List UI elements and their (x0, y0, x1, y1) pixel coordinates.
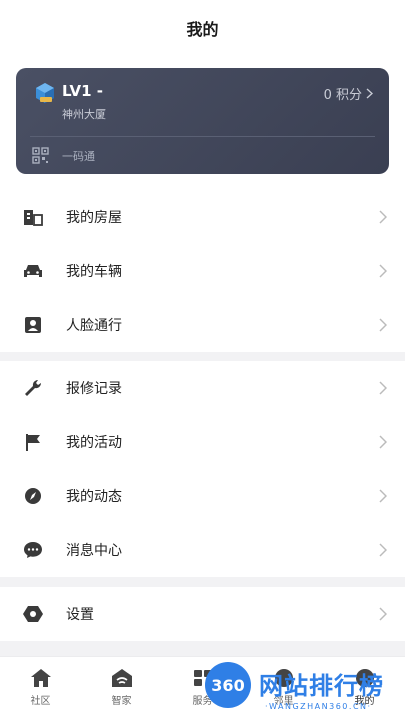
flag-icon (26, 434, 40, 451)
points-link[interactable]: 0 积分 (324, 84, 373, 103)
menu-item-label: 我的活动 (66, 435, 122, 451)
compass-icon (25, 488, 41, 504)
home-icon (30, 669, 51, 687)
chevron-right-icon (379, 607, 387, 621)
settings-icon (23, 606, 43, 622)
watermark-text: 网站排行榜 (259, 672, 384, 700)
page-header: 我的 (0, 0, 405, 56)
tab-label: 社区 (30, 696, 51, 707)
menu-item-settings[interactable]: 设置 (0, 587, 405, 641)
menu-item-my-house[interactable]: 我的房屋 (0, 190, 405, 244)
member-level: LV1 - (62, 82, 103, 100)
menu-item-my-activities[interactable]: 我的活动 (0, 415, 405, 469)
chevron-right-icon (366, 88, 373, 99)
menu-group-property: 我的房屋 我的车辆 人脸通行 (0, 190, 405, 352)
card-divider (30, 136, 375, 137)
chevron-right-icon (379, 543, 387, 557)
chevron-right-icon (379, 381, 387, 395)
qr-code-label[interactable]: 一码通 (62, 148, 95, 164)
watermark: 360 网站排行榜 ·WANGZHAN360.CN· (205, 660, 405, 720)
member-card[interactable]: LV1 - 神州大厦 0 积分 一码通 (16, 68, 389, 174)
chevron-right-icon (379, 210, 387, 224)
tab-label: 智家 (111, 696, 132, 707)
page-title: 我的 (186, 20, 219, 39)
smart-home-icon (111, 669, 132, 687)
face-id-icon (25, 317, 41, 333)
watermark-badge: 360 (205, 662, 251, 708)
menu-item-label: 人脸通行 (66, 318, 122, 334)
chat-icon (24, 542, 42, 558)
menu-item-label: 我的动态 (66, 489, 122, 505)
wrench-icon (25, 379, 42, 396)
building-icon (24, 210, 43, 226)
chevron-right-icon (379, 318, 387, 332)
qr-code-icon[interactable] (32, 147, 49, 164)
menu-item-message-center[interactable]: 消息中心 (0, 523, 405, 577)
chevron-right-icon (379, 264, 387, 278)
member-card-section: LV1 - 神州大厦 0 积分 一码通 (0, 56, 405, 190)
menu-group-activity: 报修记录 我的活动 我的动态 消息中心 (0, 361, 405, 577)
car-icon (24, 265, 42, 277)
menu-item-face-access[interactable]: 人脸通行 (0, 298, 405, 352)
building-name: 神州大厦 (62, 108, 106, 121)
menu-item-my-vehicle[interactable]: 我的车辆 (0, 244, 405, 298)
menu-item-my-posts[interactable]: 我的动态 (0, 469, 405, 523)
menu-item-label: 我的车辆 (66, 264, 122, 280)
tab-community[interactable]: 社区 (0, 657, 81, 720)
tab-smart-home[interactable]: 智家 (81, 657, 162, 720)
chevron-right-icon (379, 435, 387, 449)
menu-item-label: 设置 (66, 607, 94, 623)
menu-item-label: 消息中心 (66, 543, 122, 559)
menu-item-label: 我的房屋 (66, 210, 122, 226)
level-badge-icon (36, 83, 54, 103)
points-value: 0 积分 (323, 88, 362, 103)
menu-item-label: 报修记录 (66, 381, 122, 397)
chevron-right-icon (379, 489, 387, 503)
menu-group-settings: 设置 (0, 587, 405, 641)
menu-item-repair-records[interactable]: 报修记录 (0, 361, 405, 415)
watermark-url: ·WANGZHAN360.CN· (265, 702, 372, 711)
